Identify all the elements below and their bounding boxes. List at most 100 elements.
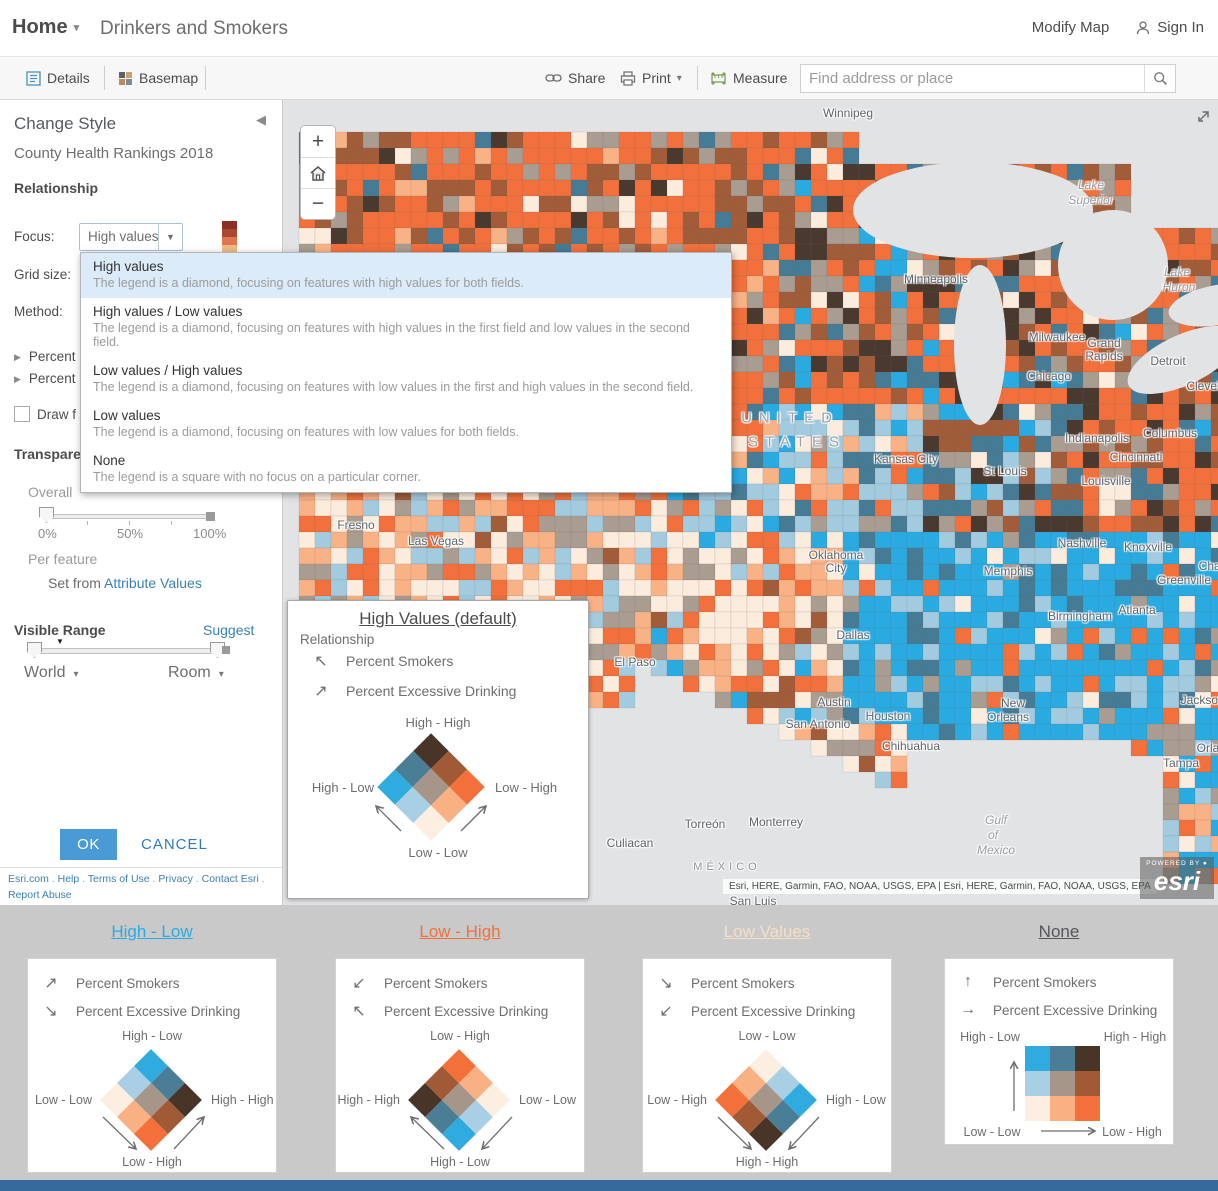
- corner-label-right: Low - Low: [519, 1093, 576, 1107]
- expand-icon[interactable]: [1196, 108, 1212, 129]
- chevron-down-icon: ▾: [73, 669, 79, 680]
- corner-label-left: High - Low: [311, 780, 374, 795]
- per-feature-label: Per feature: [28, 551, 98, 567]
- toolbar-divider: [697, 66, 698, 90]
- home-label: Home: [12, 16, 68, 38]
- field-item-2[interactable]: ▶ Percent: [14, 371, 75, 386]
- footer-link[interactable]: Terms of Use: [88, 873, 150, 885]
- home-extent-button[interactable]: [301, 157, 335, 188]
- measure-button[interactable]: Measure: [710, 57, 787, 99]
- chevron-down-icon: ▾: [676, 72, 682, 84]
- direction-up-right-icon: ↗: [44, 975, 58, 992]
- corner-label-left: High - High: [337, 1093, 400, 1107]
- footer-link[interactable]: Esri.com: [8, 873, 49, 885]
- range-thumb-min[interactable]: [27, 642, 42, 658]
- draw-checkbox[interactable]: [14, 406, 30, 422]
- current-zoom-marker-icon: ▼: [56, 637, 64, 646]
- direction-up-icon: ↑: [964, 973, 972, 990]
- direction-down-left-icon: ↙: [659, 1003, 673, 1020]
- header: Home ▾ Drinkers and Smokers Modify Map Si…: [0, 0, 1218, 56]
- search-button[interactable]: [1144, 65, 1175, 92]
- card-title-low-high[interactable]: Low - High: [335, 922, 585, 942]
- page-title: Drinkers and Smokers: [100, 18, 288, 39]
- basemap-button[interactable]: Basemap: [118, 57, 198, 99]
- range-end-handle[interactable]: [222, 646, 230, 654]
- corner-label-bottom: High - Low: [430, 1155, 490, 1169]
- toolbar: Details Basemap Share Print ▾ Measure: [0, 56, 1218, 100]
- direction-up-left-icon: ↖: [352, 1003, 366, 1020]
- visible-range-slider[interactable]: [30, 648, 222, 654]
- bottom-accent-bar: [0, 1180, 1218, 1191]
- overall-transparency-slider[interactable]: [45, 514, 213, 519]
- footer-link[interactable]: Report Abuse: [8, 889, 72, 901]
- attribute-values-link[interactable]: Attribute Values: [104, 575, 202, 591]
- visible-range-heading: Visible Range: [14, 622, 106, 638]
- corner-label-left: Low - Low: [35, 1093, 92, 1107]
- footer-link[interactable]: Help: [58, 873, 80, 885]
- chevron-down-icon: ▾: [218, 669, 224, 680]
- cancel-button[interactable]: CANCEL: [141, 836, 208, 853]
- tick-label: 50%: [117, 526, 144, 541]
- dropdown-option-high-low[interactable]: High values / Low values The legend is a…: [81, 298, 731, 357]
- field-item-1[interactable]: ▶ Percent: [14, 349, 75, 364]
- corner-label-top: Low - High: [430, 1029, 490, 1043]
- corner-label-top: Low - Low: [738, 1029, 796, 1043]
- suggest-link[interactable]: Suggest: [203, 622, 254, 638]
- relationship-heading: Relationship: [14, 180, 99, 196]
- dropdown-option-none[interactable]: None The legend is a square with no focu…: [81, 447, 731, 492]
- chevron-down-icon: ▼: [158, 224, 182, 250]
- corner-label-left: Low - High: [647, 1093, 707, 1107]
- direction-down-left-icon: ↙: [352, 975, 366, 992]
- direction-up-left-icon: ↖: [314, 653, 328, 670]
- slider-tick: [87, 521, 88, 525]
- toolbar-divider: [104, 66, 105, 90]
- search-input[interactable]: [801, 65, 1161, 92]
- card-title-high-low[interactable]: High - Low: [27, 922, 277, 942]
- zoom-out-button[interactable]: −: [301, 188, 335, 219]
- legend-card-none: ↑ Percent Smokers → Percent Excessive Drin…: [944, 958, 1174, 1145]
- slider-tick: [129, 521, 130, 525]
- layer-name: County Health Rankings 2018: [14, 145, 214, 162]
- dropdown-option-low-high[interactable]: Low values / High values The legend is a…: [81, 357, 731, 402]
- footer-link[interactable]: Privacy: [158, 873, 192, 885]
- basemap-icon: [119, 71, 132, 85]
- corner-label-top: High - Low: [122, 1029, 182, 1043]
- arcgis-map-viewer: Home ▾ Drinkers and Smokers Modify Map Si…: [0, 0, 1218, 1191]
- focus-select[interactable]: High values ▼: [79, 223, 183, 251]
- home-menu[interactable]: Home ▾: [12, 16, 79, 39]
- range-min-select[interactable]: World ▾: [24, 664, 79, 682]
- card-title-low-values[interactable]: Low Values: [642, 922, 892, 942]
- method-label: Method:: [14, 304, 63, 319]
- sign-in-link[interactable]: Sign In: [1135, 19, 1204, 36]
- range-max-select[interactable]: Room ▾: [168, 664, 224, 682]
- divider: [0, 867, 282, 868]
- legend-card-low-high: ↙ Percent Smokers ↖ Percent Excessive Drin…: [335, 958, 585, 1173]
- bivariate-square: [1025, 1046, 1100, 1121]
- details-button[interactable]: Details: [26, 57, 90, 99]
- collapse-panel-icon[interactable]: ◀: [256, 112, 266, 128]
- panel-title: Change Style: [14, 114, 117, 133]
- legend-card-high-low: ↗ Percent Smokers ↘ Percent Excessive Drin…: [27, 958, 277, 1173]
- print-button[interactable]: Print ▾: [620, 57, 682, 99]
- search-box: [800, 64, 1176, 93]
- footer-link[interactable]: Contact Esri: [202, 873, 259, 885]
- share-button[interactable]: Share: [545, 57, 605, 99]
- map-canvas[interactable]: Winnipeg Minneapolis Milwaukee Grand Rapids D…: [283, 100, 1218, 905]
- toolbar-divider: [205, 66, 206, 90]
- card-title-none[interactable]: None: [944, 922, 1174, 942]
- home-icon: [310, 165, 326, 181]
- modify-map-link[interactable]: Modify Map: [1032, 19, 1110, 36]
- dropdown-option-high-values[interactable]: High values The legend is a diamond, foc…: [81, 253, 731, 298]
- zoom-in-button[interactable]: +: [301, 126, 335, 157]
- dropdown-option-low-values[interactable]: Low values The legend is a diamond, focu…: [81, 402, 731, 447]
- ok-button[interactable]: OK: [60, 829, 117, 860]
- chevron-down-icon: ▾: [73, 22, 80, 34]
- corner-label-top: High - High: [405, 715, 471, 730]
- search-icon: [1153, 72, 1167, 86]
- direction-right-icon: →: [960, 1001, 976, 1018]
- overall-slider-end-handle[interactable]: [206, 512, 215, 521]
- draw-label: Draw f: [37, 407, 77, 422]
- overall-slider-thumb[interactable]: [39, 507, 54, 523]
- direction-down-right-icon: ↘: [659, 975, 673, 992]
- footer-links: Esri.com . Help . Terms of Use . Privacy…: [8, 873, 265, 901]
